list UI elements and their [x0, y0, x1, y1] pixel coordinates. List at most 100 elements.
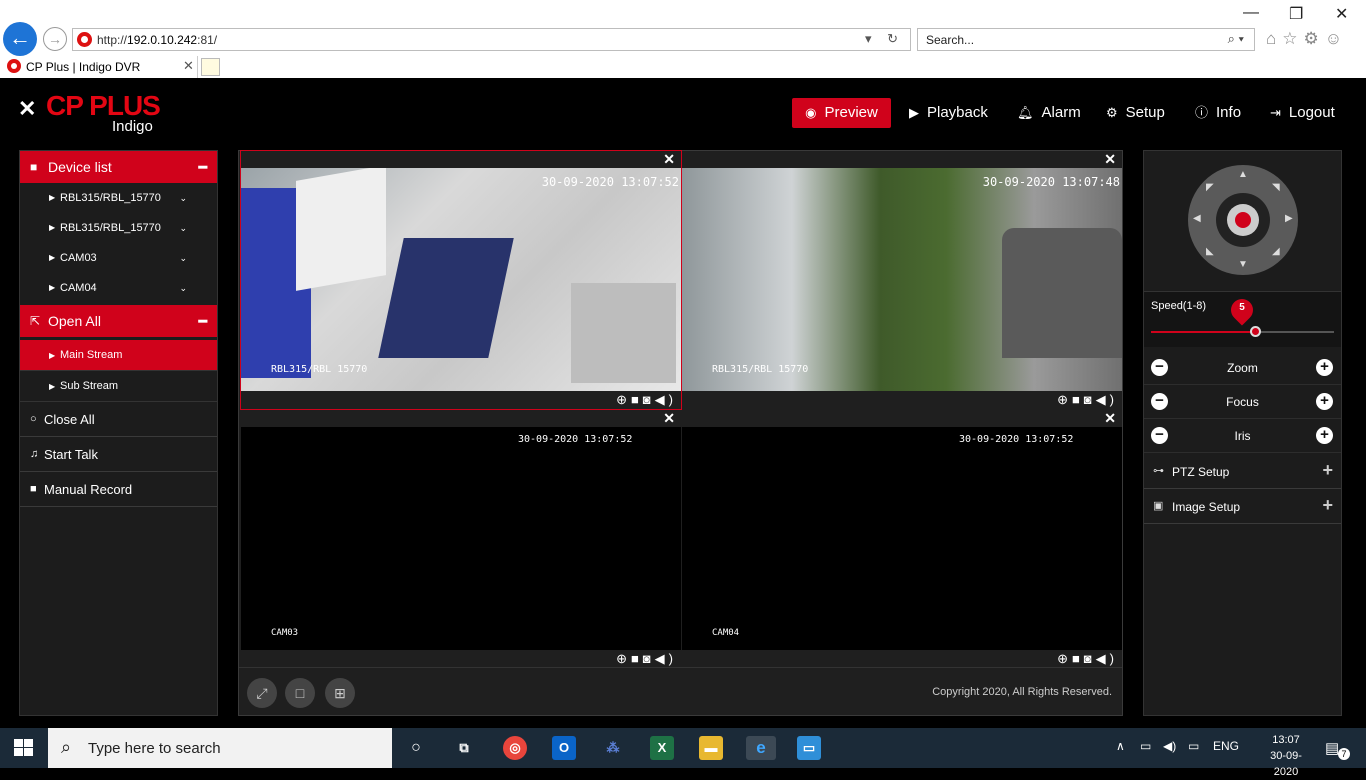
restore-icon[interactable]: ❐ — [1289, 4, 1303, 24]
nav-preview[interactable]: ◉ Preview — [792, 98, 891, 128]
camera-name-overlay: CAM04 — [712, 628, 740, 638]
right-arrow-icon[interactable]: ▶ — [1285, 213, 1293, 224]
minimize-icon[interactable]: — — [1243, 4, 1259, 22]
logo-mark-icon: ✕ — [18, 96, 37, 121]
nav-logout[interactable]: ⇥ Logout — [1270, 98, 1335, 128]
close-tab-icon[interactable]: ✕ — [183, 58, 194, 74]
new-tab-icon[interactable] — [201, 58, 220, 76]
bell-icon: 🔔︎ — [1017, 105, 1034, 120]
up-left-arrow-icon[interactable]: ◤ — [1206, 182, 1214, 193]
chevron-down-icon[interactable]: ⌄ — [179, 243, 187, 273]
close-window-icon[interactable]: ✕ — [1335, 4, 1348, 24]
camera-window-4[interactable]: ✕ 30-09-2020 13:07:52 CAM04 ⊕■◙◀) — [682, 410, 1122, 668]
close-icon[interactable]: ✕ — [663, 410, 675, 427]
back-arrow-icon[interactable]: ← — [3, 22, 37, 56]
camera-window-3[interactable]: ✕ 30-09-2020 13:07:52 CAM03 ⊕■◙◀) — [241, 410, 681, 668]
zoom-record-snapshot-audio-icons[interactable]: ⊕■◙◀) — [616, 651, 677, 667]
show-hidden-icons[interactable]: ∧ — [1116, 739, 1125, 753]
single-view-icon[interactable]: □ — [285, 678, 315, 708]
expand-plus-icon[interactable]: + — [1322, 495, 1333, 516]
remote-desktop-icon[interactable]: ▭ — [797, 736, 821, 760]
device-item[interactable]: ▶ CAM04 ⌄ — [20, 273, 217, 303]
nav-alarm[interactable]: 🔔︎ Alarm — [1017, 98, 1081, 128]
close-icon[interactable]: ✕ — [1104, 151, 1116, 168]
zoom-record-snapshot-audio-icons[interactable]: ⊕■◙◀) — [616, 392, 677, 408]
chevron-down-icon[interactable]: ⌄ — [179, 213, 187, 243]
chevron-down-icon[interactable]: ⌄ — [179, 183, 187, 213]
speed-slider-handle[interactable] — [1250, 326, 1261, 337]
down-arrow-icon[interactable]: ▼ — [1238, 259, 1248, 270]
file-explorer-icon[interactable]: ▬ — [699, 736, 723, 760]
taskbar-clock[interactable]: 13:07 30-09-2020 — [1262, 732, 1310, 780]
battery-icon[interactable]: ▭ — [1140, 739, 1151, 753]
nav-info[interactable]: ⓘ Info — [1195, 98, 1241, 128]
sub-stream-item[interactable]: ▶ Sub Stream — [20, 371, 217, 402]
caret-right-icon: ▶ — [49, 351, 56, 360]
device-item[interactable]: ▶ CAM03 ⌄ — [20, 243, 217, 273]
taskbar-search-input[interactable]: ⌕ Type here to search — [48, 728, 392, 768]
collapse-icon[interactable]: ━ — [199, 151, 207, 183]
chrome-icon[interactable]: ◎ — [503, 736, 527, 760]
start-talk-button[interactable]: ♫ Start Talk — [20, 437, 217, 472]
camera-window-2[interactable]: ✕ 30-09-2020 13:07:48 RBL315/RBL 15770 ⊕… — [682, 151, 1122, 409]
internet-explorer-icon[interactable]: e — [746, 736, 776, 760]
camera-window-1[interactable]: ✕ 30-09-2020 13:07:52 RBL315/RBL 15770 ⊕… — [240, 150, 682, 410]
chevron-down-icon[interactable]: ⌄ — [179, 273, 187, 303]
ptz-direction-pad[interactable]: ▲ ▼ ◀ ▶ ◤ ◥ ◣ ◢ — [1188, 165, 1298, 275]
camera-feed-image: 30-09-2020 13:07:52 CAM04 — [682, 427, 1122, 650]
down-right-arrow-icon[interactable]: ◢ — [1272, 246, 1280, 257]
left-arrow-icon[interactable]: ◀ — [1193, 213, 1201, 224]
browser-search-input[interactable]: Search... ⌕ ▾ — [917, 28, 1255, 51]
close-icon[interactable]: ✕ — [663, 151, 675, 168]
open-all-header[interactable]: ⇱ Open All ━ — [20, 305, 217, 337]
device-item[interactable]: ▶ RBL315/RBL_15770 ⌄ — [20, 183, 217, 213]
quad-view-icon[interactable]: ⊞ — [325, 678, 355, 708]
volume-icon[interactable]: ◀) — [1163, 739, 1176, 753]
close-all-button[interactable]: ○ Close All — [20, 402, 217, 437]
down-left-arrow-icon[interactable]: ◣ — [1206, 246, 1214, 257]
tab-favicon-icon — [7, 59, 21, 73]
main-stream-item[interactable]: ▶ Main Stream — [20, 340, 217, 371]
expand-plus-icon[interactable]: + — [1322, 460, 1333, 481]
refresh-icon[interactable]: ▾ ↻ — [865, 31, 904, 47]
image-setup-label: Image Setup — [1172, 500, 1241, 514]
search-icon[interactable]: ⌕ ▾ — [1228, 31, 1244, 47]
browser-tab[interactable]: CP Plus | Indigo DVR ✕ — [0, 56, 198, 78]
speed-slider-track[interactable] — [1151, 331, 1334, 333]
camera-controls: ⊕■◙◀) — [241, 391, 681, 409]
zoom-record-snapshot-audio-icons[interactable]: ⊕■◙◀) — [1057, 392, 1118, 408]
ptz-center-button[interactable] — [1227, 204, 1259, 236]
outlook-icon[interactable]: O — [552, 736, 576, 760]
focus-plus-icon[interactable]: + — [1316, 393, 1333, 410]
zoom-record-snapshot-audio-icons[interactable]: ⊕■◙◀) — [1057, 651, 1118, 667]
device-list-header[interactable]: ■ Device list ━ — [20, 151, 217, 183]
cortana-icon[interactable]: ○ — [404, 736, 428, 760]
home-favorites-settings-icons[interactable]: ⌂☆⚙☺ — [1266, 29, 1348, 49]
forward-arrow-icon[interactable]: → — [43, 27, 67, 51]
tally-icon[interactable]: ⁂ — [601, 736, 625, 760]
browser-toolbar: ← → http://192.0.10.242:81/ ▾ ↻ Search..… — [0, 0, 1366, 56]
language-indicator[interactable]: ENG — [1213, 739, 1239, 753]
gear-icon: ⚙ — [1106, 105, 1118, 120]
zoom-in-icon[interactable]: + — [1316, 359, 1333, 376]
image-setup-row[interactable]: ▣ Image Setup + — [1144, 489, 1341, 524]
ptz-setup-row[interactable]: ⊶ PTZ Setup + — [1144, 454, 1341, 489]
iris-plus-icon[interactable]: + — [1316, 427, 1333, 444]
fullscreen-icon[interactable]: ⤢ — [247, 678, 277, 708]
device-item[interactable]: ▶ RBL315/RBL_15770 ⌄ — [20, 213, 217, 243]
task-view-icon[interactable]: ⧉ — [452, 736, 476, 760]
caret-right-icon: ▶ — [49, 382, 56, 391]
close-icon[interactable]: ✕ — [1104, 410, 1116, 427]
network-icon[interactable]: ▭ — [1188, 739, 1199, 753]
address-bar[interactable]: http://192.0.10.242:81/ ▾ ↻ — [72, 28, 911, 51]
collapse-icon[interactable]: ━ — [199, 305, 207, 337]
nav-setup[interactable]: ⚙ Setup — [1106, 98, 1165, 128]
excel-icon[interactable]: X — [650, 736, 674, 760]
manual-record-button[interactable]: ■ Manual Record — [20, 472, 217, 507]
up-arrow-icon[interactable]: ▲ — [1238, 169, 1248, 180]
windows-start-icon[interactable] — [14, 739, 34, 757]
nav-playback[interactable]: ▶ Playback — [909, 98, 988, 128]
caret-right-icon: ▶ — [49, 193, 56, 202]
camera-name-overlay: CAM03 — [271, 628, 299, 638]
up-right-arrow-icon[interactable]: ◥ — [1272, 182, 1280, 193]
